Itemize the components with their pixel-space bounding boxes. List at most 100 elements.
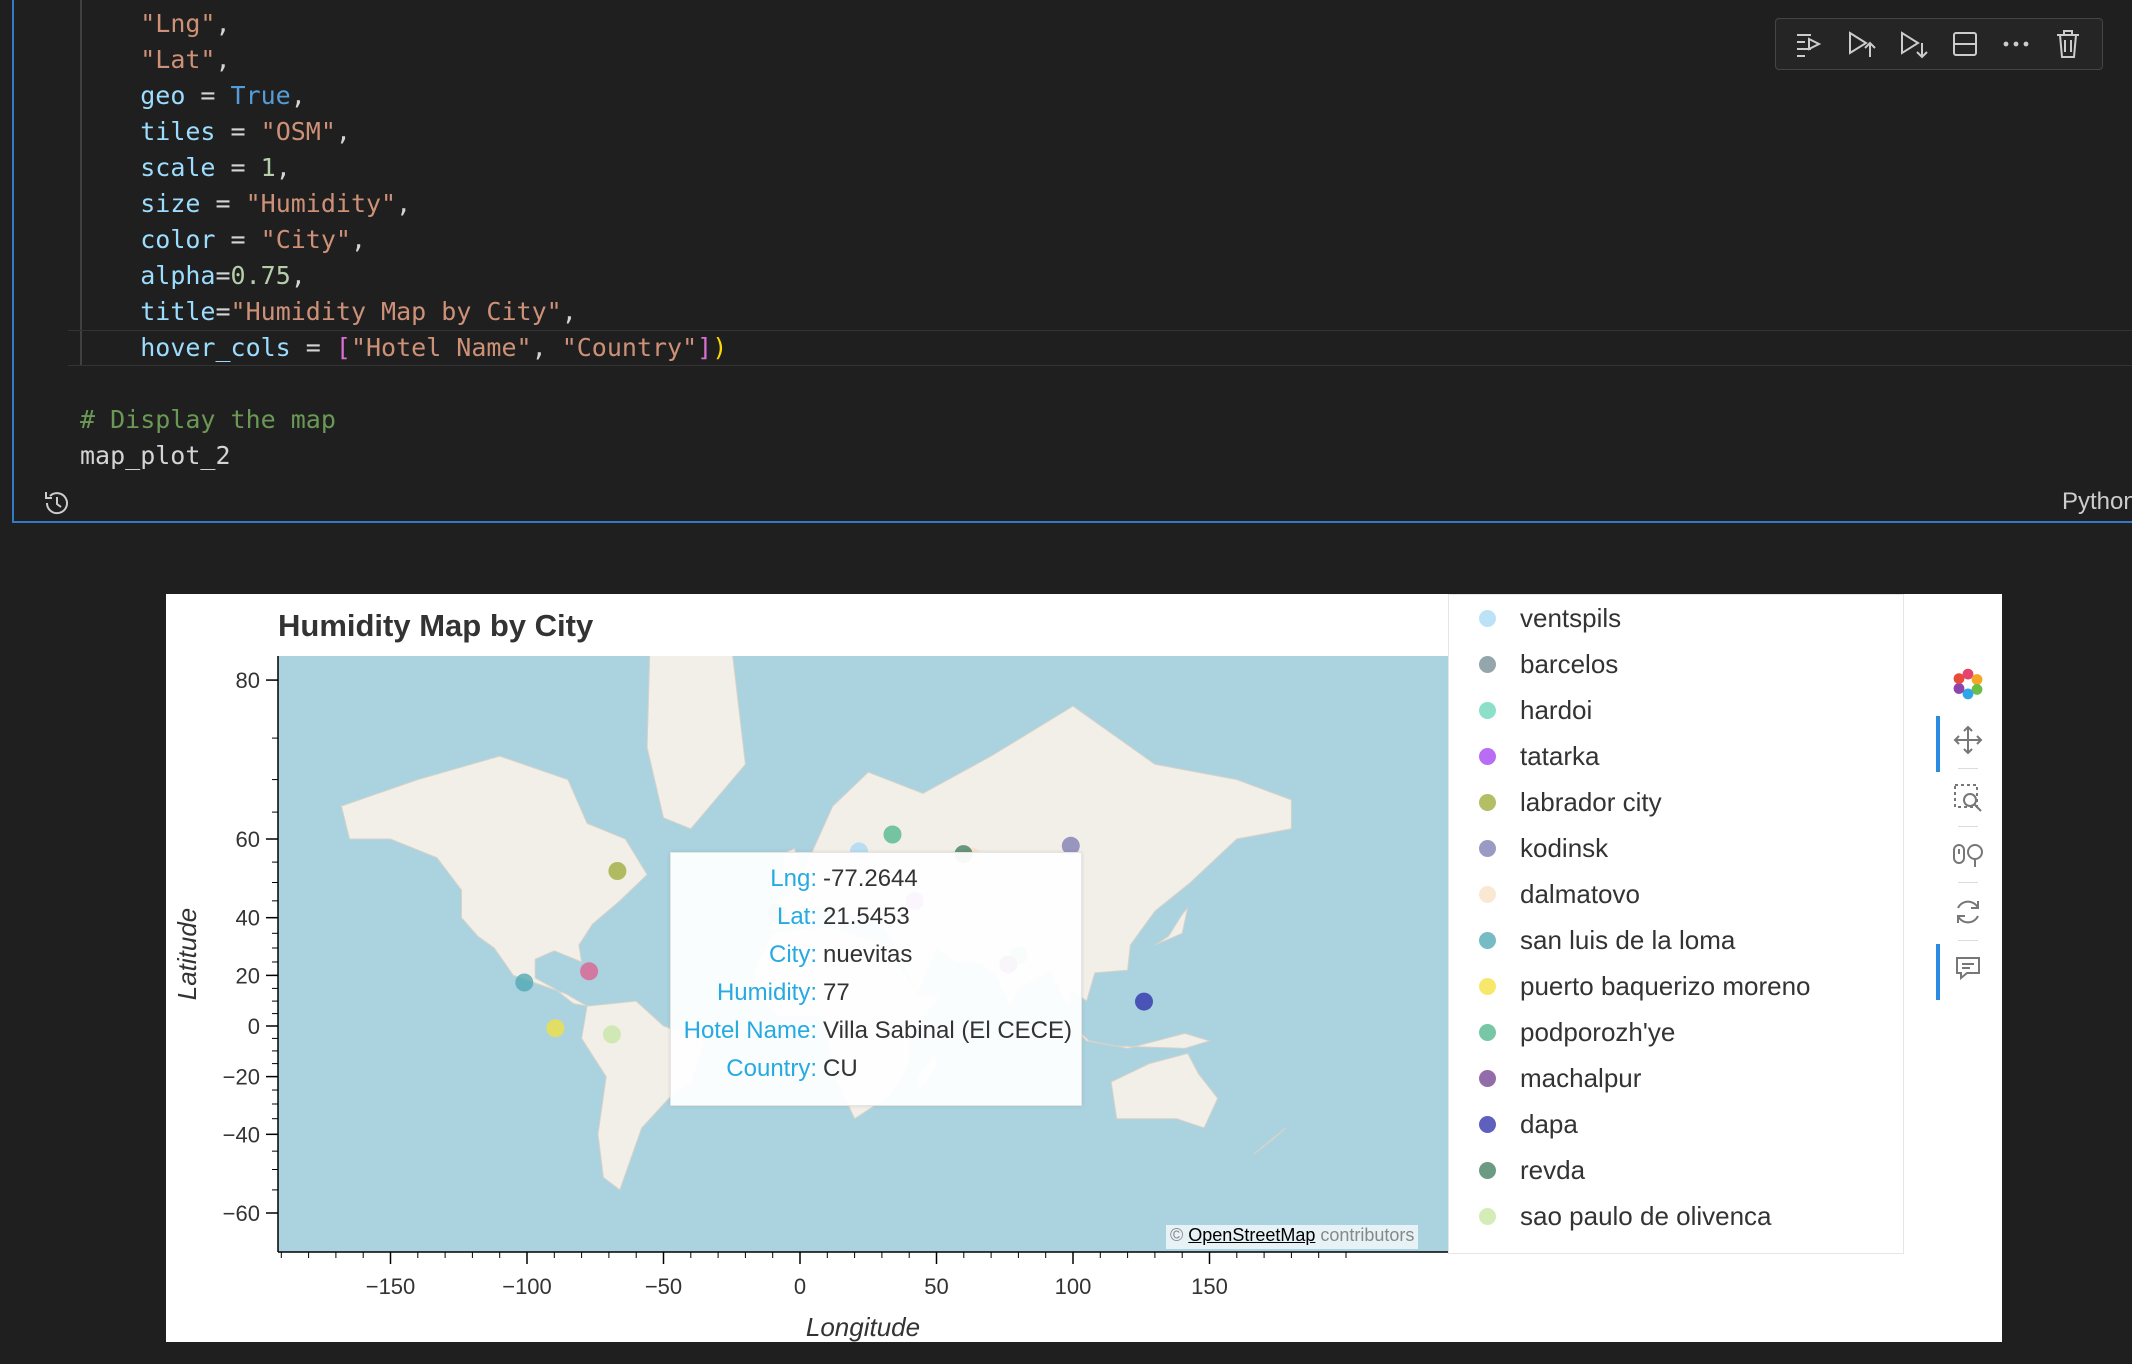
pan-tool-glyph (1953, 725, 1983, 755)
legend-item[interactable]: podporozh'ye (1479, 1009, 1675, 1055)
legend-item[interactable]: revda (1479, 1147, 1585, 1193)
hover-tool-icon[interactable] (1950, 950, 1986, 986)
legend-label: dalmatovo (1520, 878, 1640, 909)
legend-item[interactable]: kodinsk (1479, 825, 1608, 871)
code-token: color (140, 225, 216, 254)
legend-item[interactable]: machalpur (1479, 1055, 1641, 1101)
code-token: geo (140, 81, 186, 110)
x-tick-label: 50 (924, 1274, 948, 1299)
legend-item[interactable]: san luis de la loma (1479, 917, 1735, 963)
code-token: # Display the map (80, 405, 336, 434)
code-token: True (230, 81, 291, 110)
wheel-zoom-tool-icon[interactable] (1950, 836, 1986, 872)
code-token: "Hotel Name" (350, 333, 532, 362)
code-line[interactable]: hover_cols = ["Hotel Name", "Country"]) (80, 330, 727, 366)
tooltip-key: City: (769, 941, 817, 968)
x-tick-label: −150 (366, 1274, 416, 1299)
box-zoom-tool-icon[interactable] (1950, 780, 1986, 816)
legend-swatch (1479, 609, 1496, 627)
code-token: alpha (140, 261, 216, 290)
code-line[interactable] (80, 366, 727, 402)
code-token: , (290, 81, 306, 110)
code-token: , (531, 333, 562, 362)
x-tick-label: 100 (1055, 1274, 1092, 1299)
openstreetmap-link[interactable]: OpenStreetMap (1188, 1225, 1315, 1245)
kernel-language-label[interactable]: Python (2062, 488, 2132, 516)
legend-label: puerto baquerizo moreno (1520, 970, 1811, 1001)
x-tick-label: −50 (645, 1274, 682, 1299)
legend-item[interactable]: barcelos (1479, 641, 1618, 687)
reset-tool-icon[interactable] (1950, 894, 1986, 930)
data-point-podporozh-ye[interactable] (883, 825, 902, 844)
tooltip-key: Lng: (770, 865, 817, 892)
legend-label: kodinsk (1520, 832, 1609, 863)
tooltip-row: Lng: -77.2644 (671, 865, 1081, 901)
tooltip-value: nuevitas (823, 941, 913, 968)
x-tick-label: 0 (794, 1274, 806, 1299)
legend-item[interactable]: sao paulo de olivenca (1479, 1193, 1772, 1239)
code-line[interactable]: alpha=0.75, (80, 258, 727, 294)
code-line[interactable]: "Lat", (80, 42, 727, 78)
data-point-dapa[interactable] (1135, 992, 1153, 1011)
x-axis-label: Longitude (806, 1312, 920, 1342)
code-line[interactable]: title="Humidity Map by City", (80, 294, 727, 330)
data-point-san-luis-de-la-loma[interactable] (515, 973, 534, 992)
legend-label: ventspils (1520, 602, 1622, 633)
run-by-line-icon[interactable] (1791, 25, 1829, 63)
legend-item[interactable]: puerto baquerizo moreno (1479, 963, 1811, 1009)
code-token: , (350, 225, 367, 254)
code-token: 1 (260, 153, 276, 182)
data-point-nuevitas[interactable] (580, 962, 599, 981)
code-line[interactable]: tiles = "OSM", (80, 114, 727, 150)
code-line[interactable]: map_plot_2 (80, 438, 727, 474)
tool-separator (1958, 882, 1978, 883)
legend-swatch (1479, 885, 1496, 903)
legend-item[interactable]: ventspils (1479, 595, 1621, 641)
legend-item[interactable]: tatarka (1479, 733, 1600, 779)
code-token: = (215, 117, 261, 146)
data-point-sao-paulo-de-olivenca[interactable] (602, 1025, 621, 1044)
data-point-puerto-baquerizo-moreno[interactable] (546, 1019, 565, 1038)
y-tick-label: −40 (223, 1122, 260, 1147)
legend-item[interactable]: labrador city (1479, 779, 1662, 825)
legend-label: machalpur (1520, 1062, 1642, 1093)
code-token: = (215, 297, 231, 326)
active-tool-indicator (1936, 944, 1940, 1000)
legend-swatch (1479, 977, 1496, 995)
code-line[interactable]: size = "Humidity", (80, 186, 727, 222)
code-line[interactable]: geo = True, (80, 78, 727, 114)
y-tick-label: 20 (236, 963, 260, 988)
code-editor[interactable]: "Lng", "Lat", geo = True, tiles = "OSM",… (80, 6, 727, 474)
code-line[interactable]: color = "City", (80, 222, 727, 258)
tooltip-key: Hotel Name: (683, 1017, 817, 1044)
reset-tool-glyph (1957, 900, 1979, 924)
code-token: "OSM" (260, 117, 336, 146)
code-line[interactable]: "Lng", (80, 6, 727, 42)
code-token: "Humidity Map by City" (230, 297, 562, 326)
code-token: map_plot_2 (80, 441, 231, 470)
legend-item[interactable]: dalmatovo (1479, 871, 1640, 917)
code-token: , (335, 117, 351, 146)
execute-above-icon[interactable] (1842, 25, 1880, 63)
execution-history-icon[interactable] (42, 488, 72, 518)
delete-cell-icon[interactable] (2049, 25, 2087, 63)
tooltip-row: Humidity: 77 (671, 979, 1081, 1015)
data-point-labrador-city[interactable] (608, 862, 627, 880)
pan-tool-icon[interactable] (1950, 722, 1986, 758)
tooltip-row: Hotel Name: Villa Sabinal (El CECE) (671, 1017, 1081, 1053)
more-actions-icon[interactable] (1997, 25, 2035, 63)
code-token: , (215, 45, 231, 74)
code-line[interactable]: scale = 1, (80, 150, 727, 186)
legend-item[interactable]: dapa (1479, 1101, 1578, 1147)
split-cell-icon[interactable] (1946, 25, 1984, 63)
code-line[interactable]: # Display the map (80, 402, 727, 438)
legend-label: san luis de la loma (1520, 924, 1736, 955)
execute-below-icon[interactable] (1894, 25, 1932, 63)
legend-item[interactable]: hardoi (1479, 687, 1592, 733)
code-token: 0.75 (230, 261, 291, 290)
